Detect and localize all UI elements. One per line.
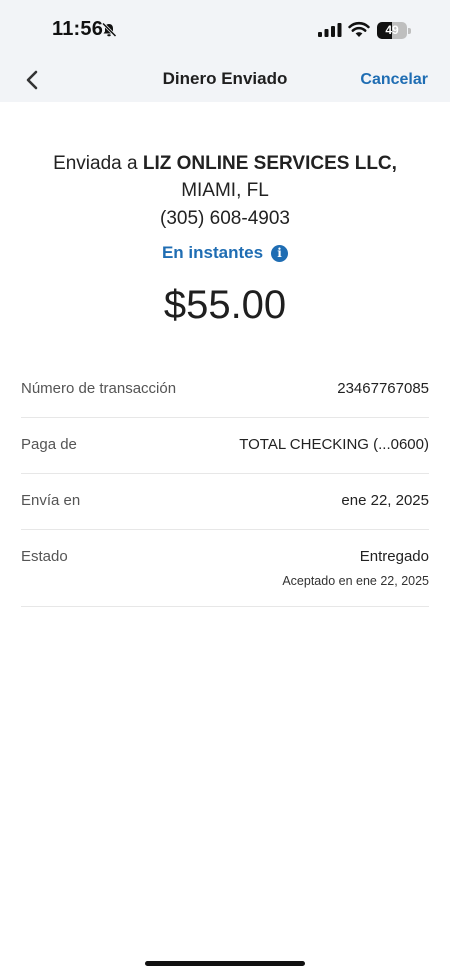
status-subtext: Aceptado en ene 22, 2025 [282,574,429,588]
detail-label: Número de transacción [21,380,177,397]
detail-label: Estado [21,548,68,565]
bell-slash-icon [101,22,117,43]
detail-value: 23467767085 [337,380,429,397]
wifi-icon [348,21,370,43]
detail-row-transaction-number: Número de transacción 23467767085 [21,362,429,418]
detail-label: Envía en [21,492,81,509]
delivery-speed-label: En instantes [161,243,264,262]
cellular-signal-icon [318,23,342,42]
recipient-location: MIAMI, FL [181,180,269,201]
home-indicator[interactable] [145,961,305,966]
recipient-info: Enviada a LIZ ONLINE SERVICES LLC, MIAMI… [0,150,450,204]
detail-row-status: Estado Entregado Aceptado en ene 22, 202… [21,530,429,607]
info-icon[interactable]: i [271,244,289,262]
recipient-name: LIZ ONLINE SERVICES LLC, [142,153,397,174]
recipient-prefix: Enviada a [53,153,143,174]
amount: $55.00 [163,283,287,327]
battery-level: 49 [385,23,399,37]
detail-value: TOTAL CHECKING (...0600) [239,436,429,453]
navigation-bar: Dinero Enviado Cancelar [0,58,450,102]
detail-value: ene 22, 2025 [341,492,429,509]
status-value: Entregado [359,548,429,565]
detail-label: Paga de [21,436,77,453]
detail-row-pay-from: Paga de TOTAL CHECKING (...0600) [21,418,429,474]
battery-icon: 49 [377,22,411,39]
status-time: 11:56 [52,18,104,40]
recipient-phone: (305) 608-4903 [160,208,290,229]
delivery-speed: En instantes i [0,243,450,263]
detail-row-send-date: Envía en ene 22, 2025 [21,474,429,530]
cancel-button[interactable]: Cancelar [360,71,428,89]
status-bar: 11:56 49 [0,0,450,58]
